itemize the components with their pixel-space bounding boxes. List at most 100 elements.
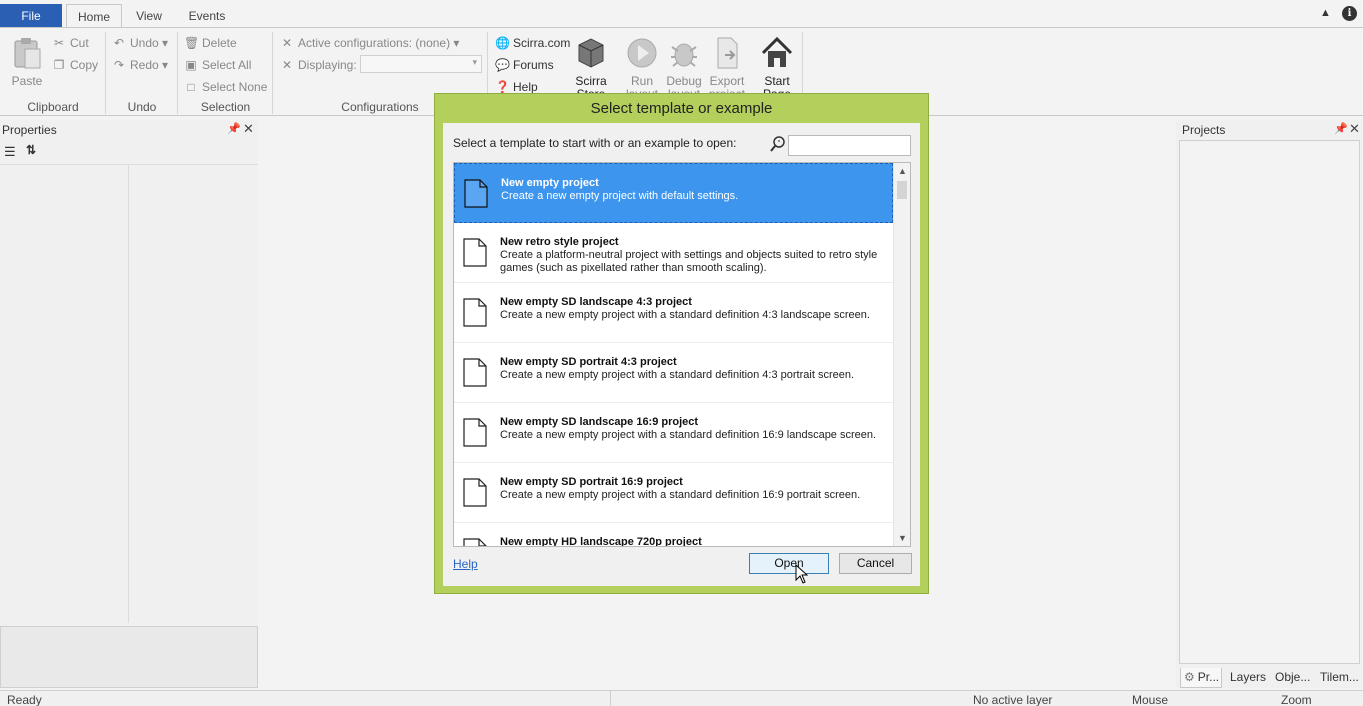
paste-icon [14, 38, 41, 69]
redo-icon: ↷ [113, 58, 125, 72]
tab-home[interactable]: Home [66, 4, 122, 29]
redo-label: Redo [130, 58, 159, 72]
template-list[interactable]: New empty project Create a new empty proj… [453, 162, 911, 547]
list-item[interactable]: New empty SD landscape 16:9 project Creat… [454, 403, 893, 463]
close-icon[interactable]: ✕ [243, 121, 254, 137]
properties-title: Properties [2, 123, 57, 137]
cut-button[interactable]: ✂ Cut [52, 33, 89, 53]
template-description: Create a platform-neutral project with s… [500, 249, 878, 274]
projects-panel: Projects 📌 ✕ ⚙ Pr... Layers Obje... Tilem… [1176, 120, 1363, 688]
document-icon [463, 298, 487, 327]
properties-panel: Properties 📌 ✕ ☰ ⇅ [0, 120, 258, 688]
scissors-icon: ✂ [53, 36, 65, 50]
categorized-view-icon[interactable]: ☰ [4, 144, 16, 160]
properties-description [0, 626, 258, 688]
undo-label: Undo [130, 36, 159, 50]
list-item[interactable]: New empty SD landscape 4:3 project Create… [454, 283, 893, 343]
minimize-ribbon-icon[interactable]: ▲ [1320, 7, 1331, 19]
undo-button[interactable]: ↶ Undo ▾ [112, 33, 168, 53]
paste-label: Paste [11, 74, 43, 88]
tab-events[interactable]: Events [180, 4, 234, 28]
forums-link[interactable]: 💬 Forums [495, 55, 554, 75]
copy-label: Copy [70, 58, 99, 72]
copy-button[interactable]: ❐ Copy [52, 55, 98, 75]
info-icon[interactable]: i [1342, 6, 1357, 21]
select-all-label: Select All [202, 58, 252, 72]
scroll-thumb[interactable] [897, 181, 907, 199]
group-label-clipboard: Clipboard [27, 100, 79, 114]
wrench-icon: ✕ [281, 36, 293, 50]
status-ready: Ready [7, 693, 42, 706]
debug-label-1: Debug [666, 74, 702, 88]
scirra-label: Scirra.com [513, 36, 571, 50]
select-all-button[interactable]: ▣ Select All [184, 55, 251, 75]
tab-layers[interactable]: Layers [1230, 668, 1266, 688]
search-input[interactable] [788, 135, 911, 156]
list-item[interactable]: New empty SD portrait 16:9 project Create… [454, 463, 893, 523]
active-configurations-label: Active configurations: (none) [298, 36, 451, 50]
forums-label: Forums [513, 58, 554, 72]
paste-button[interactable]: Paste [8, 35, 46, 88]
close-icon[interactable]: ✕ [1349, 121, 1360, 137]
mouse-cursor-icon [795, 564, 809, 584]
delete-label: Delete [202, 36, 237, 50]
template-title: New empty project [501, 177, 599, 189]
dialog-help-link[interactable]: Help [453, 557, 478, 571]
tab-projects-label: Pr... [1197, 670, 1220, 684]
dialog-prompt: Select a template to start with or an ex… [453, 136, 737, 150]
search-icon [770, 136, 785, 152]
globe-icon: 🌐 [495, 36, 510, 50]
cancel-button[interactable]: Cancel [839, 553, 912, 574]
template-title: New empty SD portrait 4:3 project [500, 356, 677, 368]
store-box-icon [578, 38, 604, 68]
tab-projects[interactable]: ⚙ Pr... [1180, 668, 1222, 688]
tab-objects[interactable]: Obje... [1275, 668, 1310, 688]
list-scrollbar[interactable]: ▲ ▼ [893, 163, 910, 546]
group-label-selection: Selection [200, 100, 251, 114]
chat-icon: 💬 [495, 58, 510, 72]
list-item[interactable]: New empty project Create a new empty proj… [454, 163, 893, 223]
tab-view[interactable]: View [126, 4, 172, 28]
projects-tree[interactable] [1179, 140, 1360, 664]
active-configurations-dropdown[interactable]: ✕ Active configurations: (none) ▾ [280, 33, 459, 53]
help-label: Help [513, 80, 538, 94]
bug-icon [671, 43, 697, 67]
template-title: New empty SD landscape 4:3 project [500, 296, 692, 308]
list-item[interactable]: New empty HD landscape 720p project [454, 523, 893, 546]
document-icon [463, 538, 487, 546]
document-icon [463, 238, 487, 267]
export-project-button[interactable]: Export project [706, 35, 748, 101]
scroll-up-icon[interactable]: ▲ [894, 163, 910, 179]
start-page-button[interactable]: Start Page [756, 35, 798, 101]
pin-icon[interactable]: 📌 [1334, 122, 1348, 135]
group-label-undo: Undo [127, 100, 157, 114]
scirra-store-button[interactable]: Scirra Store [570, 35, 612, 101]
status-layer: No active layer [973, 693, 1053, 706]
select-none-button[interactable]: □ Select None [184, 77, 267, 97]
pin-icon[interactable]: 📌 [227, 122, 241, 135]
projects-bar-tabs: ⚙ Pr... Layers Obje... Tilem... [1176, 666, 1363, 688]
list-item[interactable]: New empty SD portrait 4:3 project Create … [454, 343, 893, 403]
template-title: New retro style project [500, 236, 619, 248]
displaying-select[interactable]: ▾ [360, 55, 482, 73]
document-icon [463, 418, 487, 447]
scirra-link[interactable]: 🌐 Scirra.com [495, 33, 570, 53]
status-separator [610, 691, 611, 706]
sort-alpha-icon[interactable]: ⇅ [26, 143, 36, 157]
template-description: Create a new empty project with a standa… [500, 309, 870, 321]
run-layout-button[interactable]: Run layout [622, 35, 662, 101]
projects-title: Projects [1182, 123, 1226, 137]
debug-layout-button[interactable]: Debug layout [664, 35, 704, 101]
file-menu-tab[interactable]: File [0, 4, 62, 28]
redo-button[interactable]: ↷ Redo ▾ [112, 55, 168, 75]
tab-tilemap[interactable]: Tilem... [1320, 668, 1359, 688]
template-description: Create a new empty project with a standa… [500, 489, 861, 501]
delete-button[interactable]: 🗑 Delete [184, 33, 237, 53]
store-label-1: Scirra [575, 74, 607, 88]
template-title: New empty SD landscape 16:9 project [500, 416, 699, 428]
scroll-down-icon[interactable]: ▼ [894, 530, 910, 546]
open-button[interactable]: Open [749, 553, 829, 574]
home-icon [761, 36, 793, 67]
dialog-title: Select template or example [590, 100, 773, 117]
list-item[interactable]: New retro style project Create a platform… [454, 223, 893, 283]
